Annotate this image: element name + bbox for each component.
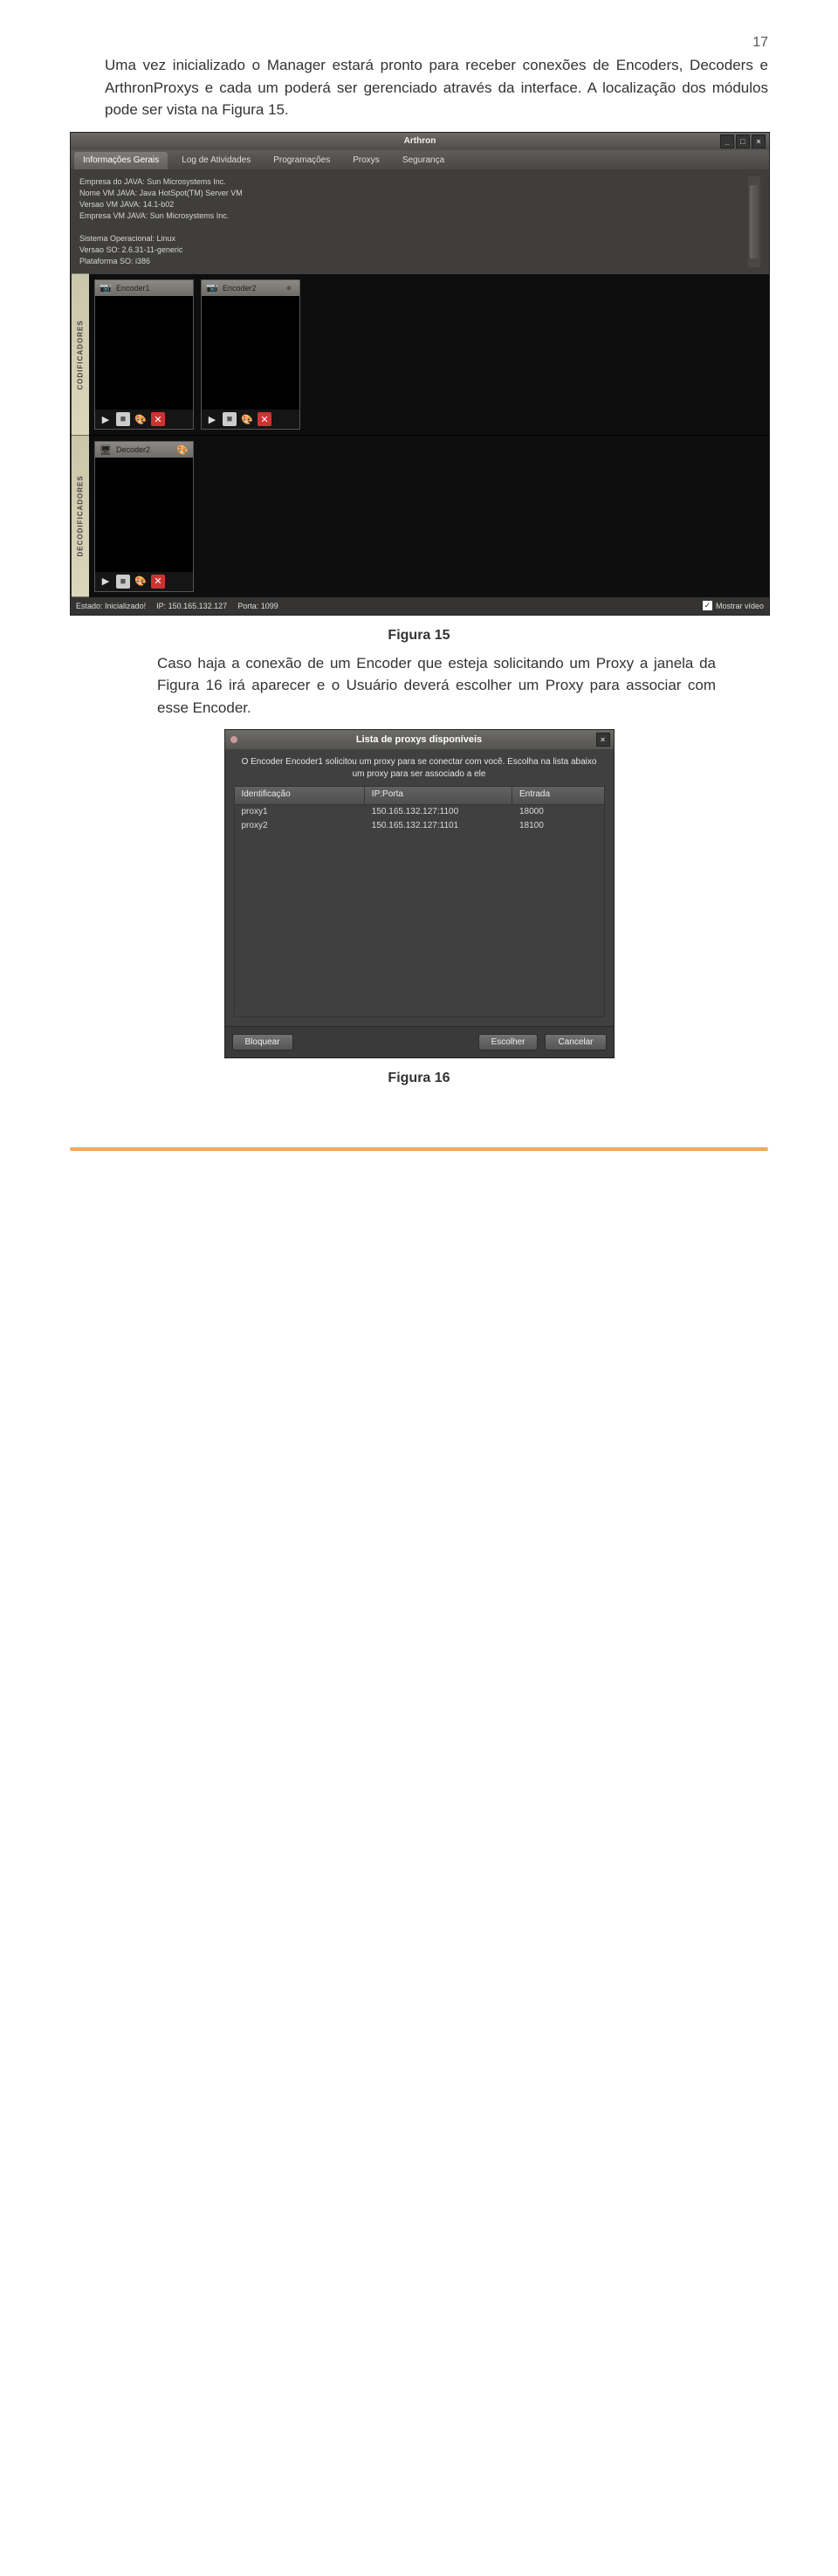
paragraph-1: Uma vez inicializado o Manager estará pr…	[105, 54, 768, 121]
close-icon[interactable]: ✕	[151, 412, 165, 426]
proxy-dialog: Lista de proxys disponíveis × O Encoder …	[224, 729, 615, 1058]
window-titlebar[interactable]: Arthron _ □ ×	[71, 133, 769, 150]
dialog-title: Lista de proxys disponíveis	[356, 734, 482, 745]
encoder-card[interactable]: 📷 Encoder2 ● ▶ ■ 🎨 ✕	[201, 279, 300, 430]
mostrar-video-label: Mostrar vídeo	[716, 602, 764, 610]
cell-id: proxy2	[235, 819, 365, 833]
camera-icon: 📷	[205, 281, 219, 295]
video-preview	[95, 458, 193, 572]
status-ip-value: 150.165.132.127	[168, 602, 228, 610]
camera-icon: 📷	[99, 281, 113, 295]
col-entrada[interactable]: Entrada	[512, 787, 604, 804]
footer-rule	[70, 1147, 768, 1151]
titlebar-dot-icon	[230, 736, 237, 743]
dialog-close-button[interactable]: ×	[596, 733, 610, 747]
palette-icon[interactable]: 🎨	[134, 575, 148, 589]
page-number: 17	[70, 35, 768, 51]
table-empty-space	[234, 833, 605, 1017]
card-title: Encoder1	[116, 284, 150, 293]
play-icon[interactable]: ▶	[99, 412, 113, 426]
status-bar: Estado: Inicializado! IP: 150.165.132.12…	[71, 597, 769, 615]
status-porta-label: Porta:	[237, 602, 258, 610]
play-icon[interactable]: ▶	[205, 412, 219, 426]
table-row[interactable]: proxy2 150.165.132.127:1101 18100	[234, 819, 605, 833]
arthron-window: Arthron _ □ × Informações Gerais Log de …	[70, 132, 770, 616]
col-ip-porta[interactable]: IP:Porta	[365, 787, 512, 804]
info-text: Empresa do JAVA: Sun Microsystems Inc. N…	[79, 176, 745, 267]
close-icon[interactable]: ✕	[151, 575, 165, 589]
stop-icon[interactable]: ■	[116, 575, 130, 589]
mostrar-video-checkbox[interactable]: ✓	[703, 601, 712, 610]
cell-id: proxy1	[235, 805, 365, 819]
tab-log-atividades[interactable]: Log de Atividades	[173, 152, 259, 169]
figure-16-caption: Figura 16	[70, 1071, 768, 1086]
dialog-titlebar[interactable]: Lista de proxys disponíveis ×	[225, 730, 614, 749]
tab-seguranca[interactable]: Segurança	[394, 152, 453, 169]
bloquear-button[interactable]: Bloquear	[232, 1034, 293, 1050]
tab-proxys[interactable]: Proxys	[344, 152, 388, 169]
window-max-button[interactable]: □	[736, 134, 750, 148]
decoders-side-label: DECODIFICADORES	[71, 436, 89, 597]
window-close-button[interactable]: ×	[752, 134, 766, 148]
record-icon[interactable]: ●	[282, 281, 296, 295]
window-min-button[interactable]: _	[720, 134, 734, 148]
card-title: Encoder2	[223, 284, 257, 293]
tab-informacoes-gerais[interactable]: Informações Gerais	[74, 152, 168, 169]
scrollbar-thumb[interactable]	[750, 185, 759, 258]
modules-area: CODIFICADORES 📷 Encoder1 ▶ ■ 🎨	[71, 274, 769, 597]
decoders-row: DECODIFICADORES 🖥 Decoder2 🎨 ▶ ■	[71, 435, 769, 597]
figure-15-caption: Figura 15	[70, 628, 768, 644]
decoder-card[interactable]: 🖥 Decoder2 🎨 ▶ ■ 🎨 ✕	[94, 441, 194, 592]
info-panel: Empresa do JAVA: Sun Microsystems Inc. N…	[71, 169, 769, 274]
paragraph-2: Caso haja a conexão de um Encoder que es…	[157, 652, 716, 720]
video-preview	[95, 296, 193, 410]
status-ip-label: IP:	[156, 602, 166, 610]
cell-ip: 150.165.132.127:1101	[365, 819, 512, 833]
monitor-icon: 🖥	[99, 443, 113, 457]
video-preview	[202, 296, 299, 410]
palette-icon[interactable]: 🎨	[240, 412, 254, 426]
stop-icon[interactable]: ■	[116, 412, 130, 426]
table-row[interactable]: proxy1 150.165.132.127:1100 18000	[234, 805, 605, 819]
dialog-message: O Encoder Encoder1 solicitou um proxy pa…	[234, 756, 605, 781]
tab-programacoes[interactable]: Programações	[264, 152, 339, 169]
encoders-side-label: CODIFICADORES	[71, 274, 89, 436]
cancelar-button[interactable]: Cancelar	[545, 1034, 606, 1050]
encoders-row: CODIFICADORES 📷 Encoder1 ▶ ■ 🎨	[71, 274, 769, 436]
encoder-card[interactable]: 📷 Encoder1 ▶ ■ 🎨 ✕	[94, 279, 194, 430]
status-estado-label: Estado:	[76, 602, 103, 610]
palette-icon[interactable]: 🎨	[175, 443, 189, 457]
stop-icon[interactable]: ■	[223, 412, 237, 426]
window-title: Arthron	[404, 136, 436, 146]
cell-ent: 18000	[512, 805, 604, 819]
scrollbar[interactable]	[748, 176, 760, 267]
card-title: Decoder2	[116, 445, 150, 454]
status-estado-value: Inicializado!	[105, 602, 146, 610]
cell-ent: 18100	[512, 819, 604, 833]
close-icon[interactable]: ✕	[258, 412, 271, 426]
status-porta-value: 1099	[261, 602, 278, 610]
palette-icon[interactable]: 🎨	[134, 412, 148, 426]
play-icon[interactable]: ▶	[99, 575, 113, 589]
cell-ip: 150.165.132.127:1100	[365, 805, 512, 819]
col-identificacao[interactable]: Identificação	[235, 787, 365, 804]
escolher-button[interactable]: Escolher	[478, 1034, 539, 1050]
proxy-table[interactable]: Identificação IP:Porta Entrada proxy1 15…	[234, 786, 605, 1017]
tab-bar: Informações Gerais Log de Atividades Pro…	[71, 150, 769, 169]
